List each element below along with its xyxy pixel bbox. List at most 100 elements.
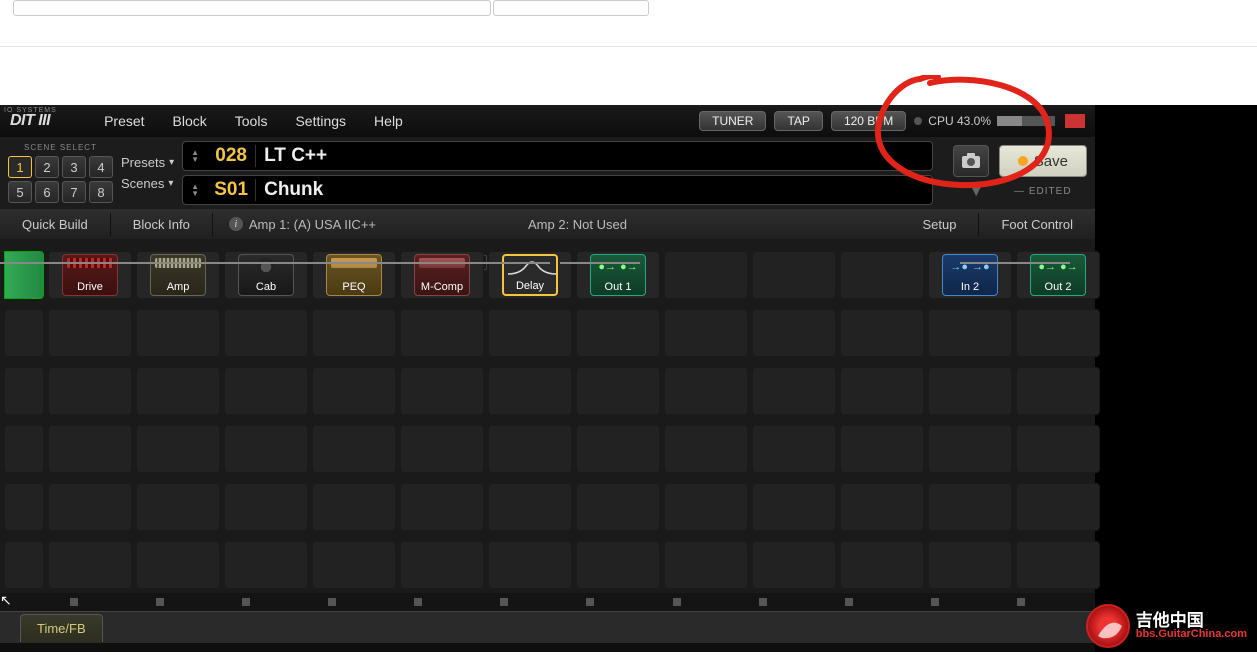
scene-btn-7[interactable]: 7 <box>62 181 86 203</box>
block-empty[interactable] <box>1016 541 1100 589</box>
block-empty[interactable] <box>400 425 484 473</box>
block-empty[interactable] <box>136 309 220 357</box>
quick-build-button[interactable]: Quick Build <box>0 213 111 236</box>
block-empty[interactable] <box>752 541 836 589</box>
block-empty[interactable] <box>928 425 1012 473</box>
block-empty[interactable] <box>224 367 308 415</box>
block-empty[interactable] <box>1016 425 1100 473</box>
scenes-dropdown[interactable]: Scenes <box>121 176 174 191</box>
block-empty[interactable] <box>4 425 44 473</box>
block-empty[interactable] <box>752 309 836 357</box>
preset-namebox[interactable]: ▲▼ 028 LT C++ <box>182 141 933 171</box>
block-empty[interactable] <box>840 425 924 473</box>
menu-help[interactable]: Help <box>374 113 403 129</box>
block-empty[interactable] <box>1016 367 1100 415</box>
block-empty[interactable] <box>400 367 484 415</box>
block-empty[interactable] <box>136 541 220 589</box>
menu-settings[interactable]: Settings <box>295 113 346 129</box>
block-empty[interactable] <box>4 367 44 415</box>
block-empty[interactable] <box>1016 483 1100 531</box>
block-empty[interactable] <box>576 541 660 589</box>
block-empty[interactable] <box>928 541 1012 589</box>
block-empty[interactable] <box>752 367 836 415</box>
block-in2[interactable]: →●→● In 2 <box>928 251 1012 299</box>
block-empty[interactable] <box>664 367 748 415</box>
block-empty[interactable] <box>840 251 924 299</box>
scene-spinner-icon[interactable]: ▲▼ <box>183 183 207 197</box>
block-empty[interactable] <box>312 425 396 473</box>
block-empty[interactable] <box>400 483 484 531</box>
block-empty[interactable] <box>752 251 836 299</box>
block-empty[interactable] <box>312 309 396 357</box>
block-empty[interactable] <box>840 367 924 415</box>
block-empty[interactable] <box>840 483 924 531</box>
block-empty[interactable] <box>224 309 308 357</box>
block-empty[interactable] <box>488 541 572 589</box>
menu-preset[interactable]: Preset <box>104 113 144 129</box>
block-empty[interactable] <box>224 483 308 531</box>
tuner-button[interactable]: TUNER <box>699 111 766 131</box>
block-empty[interactable] <box>1016 309 1100 357</box>
block-cab[interactable]: Cab <box>224 251 308 299</box>
block-empty[interactable] <box>224 425 308 473</box>
block-empty[interactable] <box>488 309 572 357</box>
block-empty[interactable] <box>136 425 220 473</box>
menu-block[interactable]: Block <box>173 113 207 129</box>
tap-button[interactable]: TAP <box>774 111 822 131</box>
block-empty[interactable] <box>840 541 924 589</box>
snapshot-button[interactable] <box>953 145 989 177</box>
block-empty[interactable] <box>400 541 484 589</box>
scene-btn-3[interactable]: 3 <box>62 156 86 178</box>
block-empty[interactable] <box>752 425 836 473</box>
presets-dropdown[interactable]: Presets <box>121 155 174 170</box>
block-empty[interactable] <box>664 483 748 531</box>
save-button[interactable]: Save <box>999 145 1087 177</box>
block-empty[interactable] <box>928 367 1012 415</box>
block-empty[interactable] <box>224 541 308 589</box>
block-empty[interactable] <box>928 483 1012 531</box>
tab-time-fb[interactable]: Time/FB <box>20 614 103 642</box>
block-empty[interactable] <box>312 367 396 415</box>
block-empty[interactable] <box>48 541 132 589</box>
block-delay[interactable]: Delay <box>488 251 572 299</box>
block-empty[interactable] <box>752 483 836 531</box>
block-out2[interactable]: ●→●→ Out 2 <box>1016 251 1100 299</box>
block-empty[interactable] <box>576 309 660 357</box>
block-amp[interactable]: Amp <box>136 251 220 299</box>
top-input-2[interactable] <box>493 0 649 16</box>
block-peq[interactable]: PEQ <box>312 251 396 299</box>
block-in1-half[interactable] <box>4 251 44 299</box>
block-empty[interactable] <box>400 309 484 357</box>
block-empty[interactable] <box>488 483 572 531</box>
block-drive[interactable]: Drive <box>48 251 132 299</box>
scene-btn-6[interactable]: 6 <box>35 181 59 203</box>
block-empty[interactable] <box>136 483 220 531</box>
block-empty[interactable] <box>4 483 44 531</box>
scene-btn-5[interactable]: 5 <box>8 181 32 203</box>
block-empty[interactable] <box>48 309 132 357</box>
expand-caret-icon[interactable]: ▼ <box>968 183 984 201</box>
scene-btn-1[interactable]: 1 <box>8 156 32 178</box>
setup-button[interactable]: Setup <box>900 213 979 236</box>
block-empty[interactable] <box>576 483 660 531</box>
block-empty[interactable] <box>136 367 220 415</box>
block-empty[interactable] <box>664 309 748 357</box>
foot-control-button[interactable]: Foot Control <box>979 213 1095 236</box>
menu-tools[interactable]: Tools <box>235 113 268 129</box>
block-empty[interactable] <box>928 309 1012 357</box>
block-empty[interactable] <box>664 425 748 473</box>
block-empty[interactable] <box>312 483 396 531</box>
block-empty[interactable] <box>576 367 660 415</box>
scene-namebox[interactable]: ▲▼ S01 Chunk <box>182 175 933 205</box>
top-input-1[interactable] <box>13 0 491 16</box>
block-mcomp[interactable]: M-Comp <box>400 251 484 299</box>
block-empty[interactable] <box>664 251 748 299</box>
block-info-button[interactable]: Block Info <box>111 213 213 236</box>
bpm-button[interactable]: 120 BPM <box>831 111 906 131</box>
block-empty[interactable] <box>48 425 132 473</box>
scene-btn-4[interactable]: 4 <box>89 156 113 178</box>
block-empty[interactable] <box>312 541 396 589</box>
block-empty[interactable] <box>840 309 924 357</box>
scene-btn-8[interactable]: 8 <box>89 181 113 203</box>
preset-spinner-icon[interactable]: ▲▼ <box>183 149 207 163</box>
